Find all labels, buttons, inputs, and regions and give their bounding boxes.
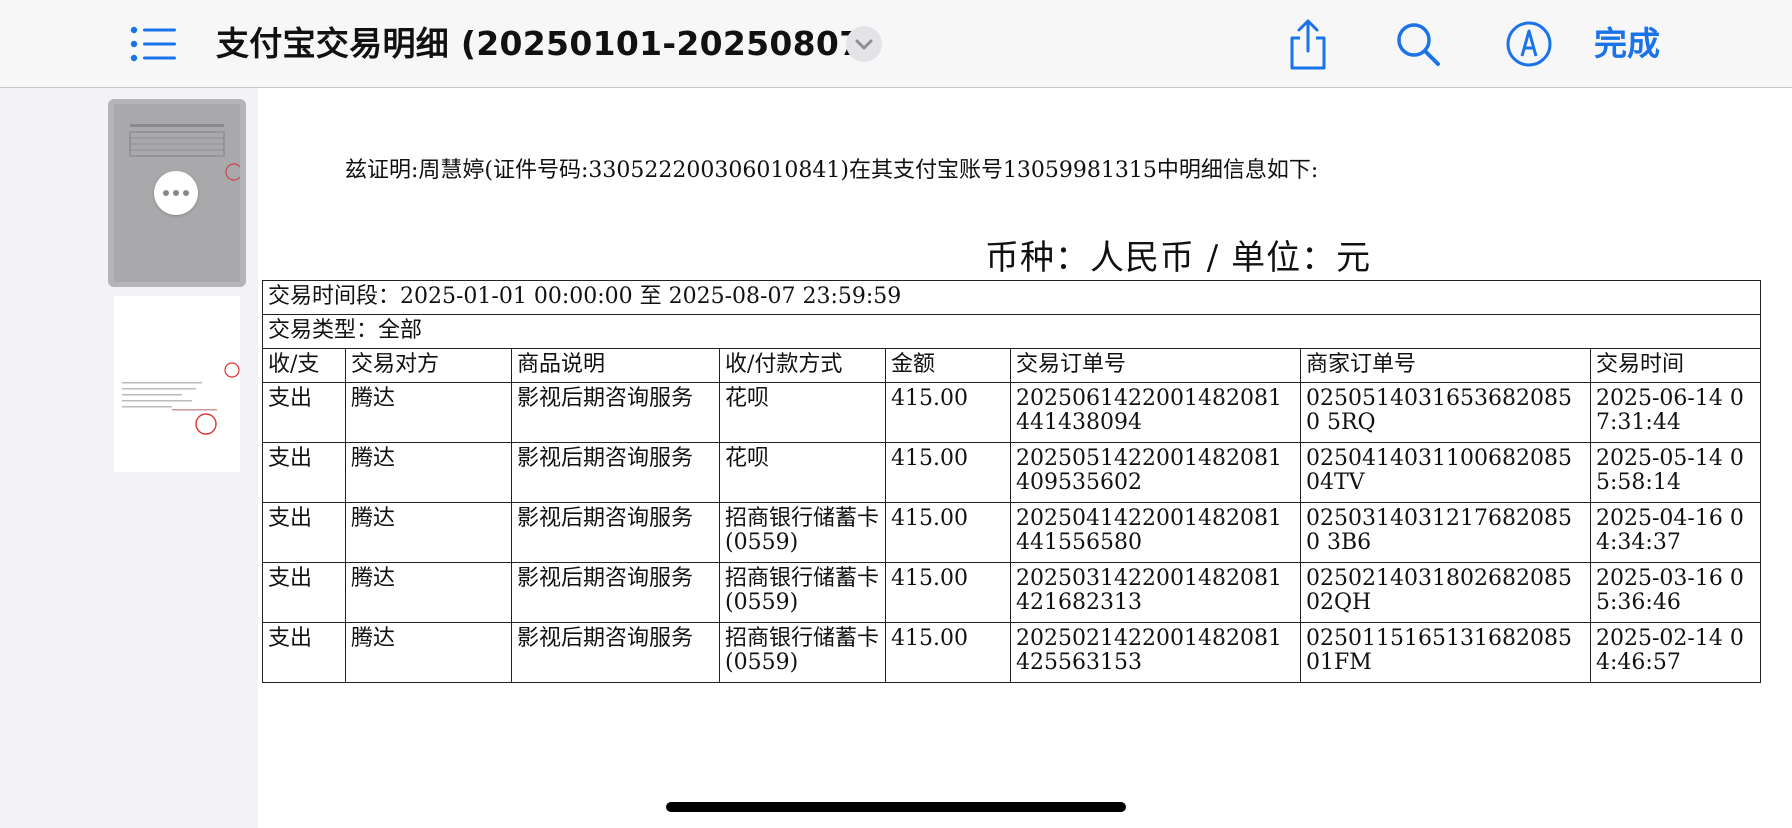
share-icon[interactable] [1284,18,1332,70]
list-icon[interactable] [130,26,178,62]
table-cell: 02505140316536820850 5RQ [1300,382,1591,443]
column-header: 交易时间 [1589,348,1762,383]
search-icon[interactable] [1394,20,1442,68]
table-cell: 2025051422001482081409535602 [1010,442,1301,503]
table-cell: 支出 [262,562,346,623]
done-button[interactable]: 完成 [1594,20,1660,68]
certificate-intro: 兹证明:周慧婷(证件号码:330522200306010841)在其支付宝账号1… [345,158,1319,183]
home-indicator[interactable] [666,802,1126,812]
table-cell: 2025031422001482081421682313 [1010,562,1301,623]
chevron-down-icon [855,39,873,50]
table-cell: 腾达 [345,622,512,683]
table-cell: 招商银行储蓄卡(0559) [719,502,886,563]
table-cell: 腾达 [345,562,512,623]
column-header: 交易对方 [345,348,512,383]
table-cell: 2025-04-16 04:34:37 [1589,502,1762,563]
document-title[interactable]: 支付宝交易明细 (20250101-20250807) [216,20,878,68]
column-header: 收/付款方式 [719,348,886,383]
thumbnail-preview-graphic [122,362,240,435]
table-header: 收/支 交易对方 商品说明 收/付款方式 金额 交易订单号 商家订单号 交易时间 [262,348,1762,383]
table-cell: 2025041422001482081441556580 [1010,502,1301,563]
table-cell: 2025-06-14 07:31:44 [1589,382,1762,443]
table-cell: 花呗 [719,382,886,443]
column-header: 金额 [885,348,1011,383]
currency-line: 币种：人民币 / 单位：元 [985,238,1372,278]
table-cell: 腾达 [345,442,512,503]
table-row: 支出 腾达 影视后期咨询服务 花呗 415.00 202506142200148… [262,382,1762,443]
table-cell: 影视后期咨询服务 [511,382,720,443]
table-cell: 025011516513168208501FM [1300,622,1591,683]
column-header: 商品说明 [511,348,720,383]
table-cell: 支出 [262,502,346,563]
title-menu-button[interactable] [846,26,882,62]
transaction-table: 交易时间段：2025-01-01 00:00:00 至 2025-08-07 2… [261,280,1762,683]
table-cell: 腾达 [345,502,512,563]
table-cell: 025041403110068208504TV [1300,442,1591,503]
table-cell: 415.00 [885,442,1011,503]
type-row: 交易类型：全部 [261,314,1762,349]
table-row: 支出 腾达 影视后期咨询服务 花呗 415.00 202505142200148… [262,442,1762,503]
more-icon-dot [173,190,179,196]
table-cell: 支出 [262,382,346,443]
table-cell: 影视后期咨询服务 [511,622,720,683]
table-cell: 2025021422001482081425563153 [1010,622,1301,683]
table-cell: 招商银行储蓄卡(0559) [719,622,886,683]
table-row: 支出 腾达 影视后期咨询服务 招商银行储蓄卡(0559) 415.00 2025… [262,622,1762,683]
table-cell: 影视后期咨询服务 [511,502,720,563]
column-header: 收/支 [262,348,346,383]
more-icon-dot [183,190,189,196]
table-cell: 花呗 [719,442,886,503]
table-cell: 02503140312176820850 3B6 [1300,502,1591,563]
table-cell: 415.00 [885,562,1011,623]
period-row: 交易时间段：2025-01-01 00:00:00 至 2025-08-07 2… [261,280,1762,315]
table-cell: 2025-03-16 05:36:46 [1589,562,1762,623]
table-cell: 2025-02-14 04:46:57 [1589,622,1762,683]
table-cell: 腾达 [345,382,512,443]
more-icon [163,190,169,196]
table-cell: 影视后期咨询服务 [511,442,720,503]
table-cell: 招商银行储蓄卡(0559) [719,562,886,623]
column-header: 交易订单号 [1010,348,1301,383]
table-row: 支出 腾达 影视后期咨询服务 招商银行储蓄卡(0559) 415.00 2025… [262,562,1762,623]
page-thumbnail-2[interactable] [114,296,240,472]
more-options-button[interactable] [154,171,198,215]
table-cell: 415.00 [885,382,1011,443]
table-cell: 支出 [262,622,346,683]
table-cell: 支出 [262,442,346,503]
table-cell: 影视后期咨询服务 [511,562,720,623]
column-header: 商家订单号 [1300,348,1591,383]
table-cell: 2025061422001482081441438094 [1010,382,1301,443]
table-cell: 025021403180268208502QH [1300,562,1591,623]
table-cell: 2025-05-14 05:58:14 [1589,442,1762,503]
markup-icon[interactable] [1505,20,1553,68]
table-cell: 415.00 [885,622,1011,683]
table-row: 支出 腾达 影视后期咨询服务 招商银行储蓄卡(0559) 415.00 2025… [262,502,1762,563]
top-bar: 支付宝交易明细 (20250101-20250807) 完成 [0,0,1792,88]
table-cell: 415.00 [885,502,1011,563]
